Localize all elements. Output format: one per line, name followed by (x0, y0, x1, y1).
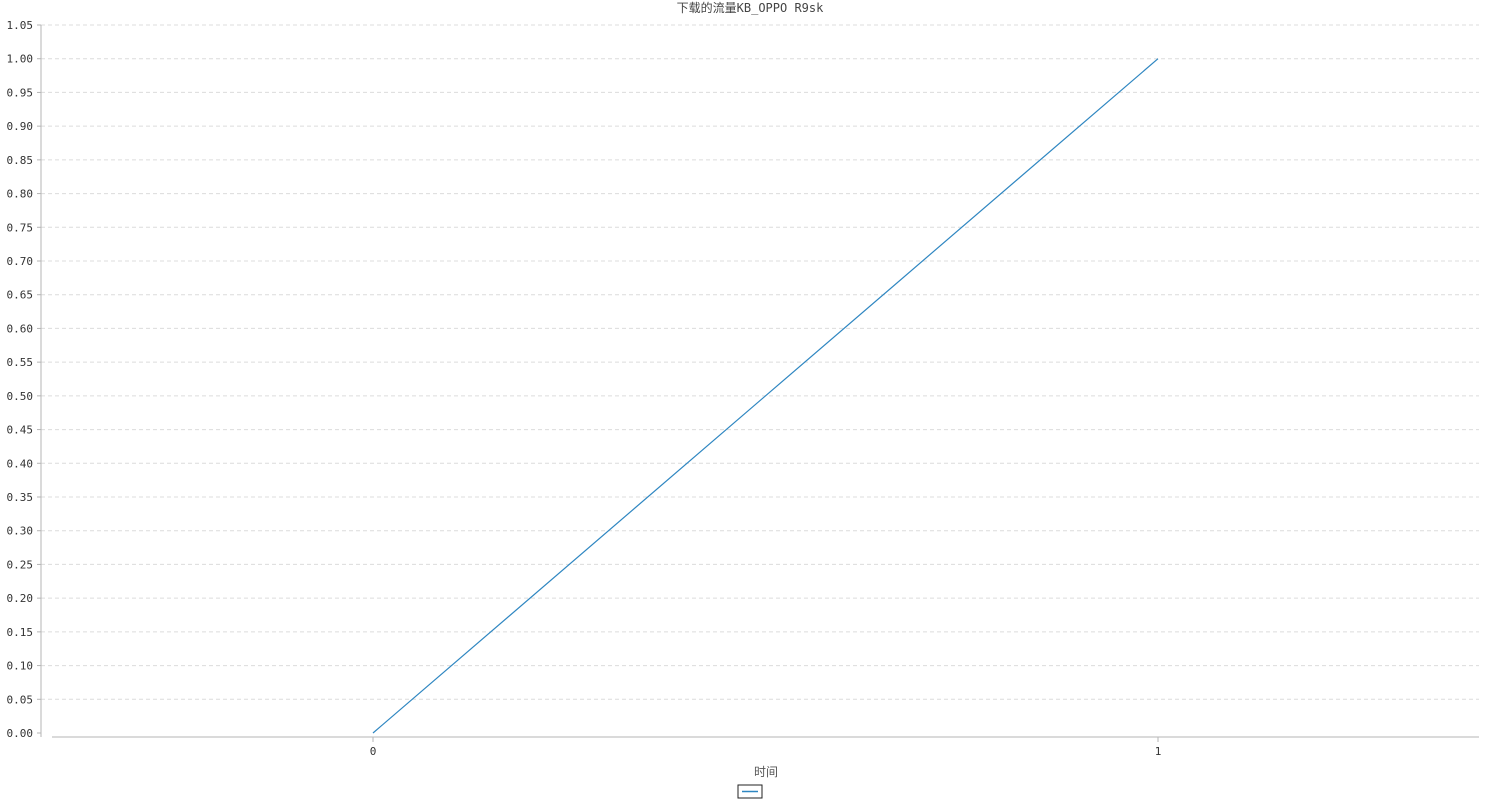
y-tick-label: 0.70 (7, 255, 34, 268)
y-tick-label: 0.50 (7, 390, 34, 403)
x-axis-ticks: 01 (370, 737, 1162, 758)
y-tick-label: 0.10 (7, 660, 34, 673)
y-tick-label: 0.35 (7, 491, 34, 504)
y-tick-label: 0.95 (7, 86, 34, 99)
y-tick-label: 0.00 (7, 727, 34, 740)
y-tick-label: 0.20 (7, 592, 34, 605)
y-tick-label: 0.25 (7, 558, 34, 571)
y-tick-label: 0.55 (7, 356, 34, 369)
grid-lines (41, 24, 1479, 700)
x-tick-label: 0 (370, 745, 377, 758)
line-chart: 下载的流量KB_OPPO R9sk 0.000.050.100.150.200.… (7, 0, 1479, 799)
y-tick-label: 0.60 (7, 322, 34, 335)
y-tick-label: 1.05 (7, 19, 34, 32)
legend[interactable] (737, 784, 763, 799)
chart-title: 下载的流量KB_OPPO R9sk (677, 0, 824, 15)
y-tick-label: 0.05 (7, 693, 34, 706)
chart-root: 下载的流量KB_OPPO R9sk 0.00 0.05 0.10 0.15 0.20 0.… (0, 0, 1500, 800)
x-axis-title: 时间 (754, 765, 778, 779)
y-tick-label: 0.15 (7, 626, 34, 639)
y-tick-label: 0.90 (7, 120, 34, 133)
y-tick-label: 0.75 (7, 221, 34, 234)
y-tick-label: 0.85 (7, 154, 34, 167)
y-tick-label: 0.40 (7, 457, 34, 470)
y-tick-label: 0.65 (7, 289, 34, 302)
y-tick-label: 0.45 (7, 424, 34, 437)
y-tick-label: 0.80 (7, 188, 34, 201)
y-axis-ticks: 0.00 0.05 0.10 0.15 0.20 0.25 0.30 0.35 0.40 0.45… (7, 19, 41, 740)
y-tick-label: 1.00 (7, 53, 34, 66)
y-tick-label: 0.30 (7, 525, 34, 538)
x-tick-label: 1 (1155, 745, 1162, 758)
